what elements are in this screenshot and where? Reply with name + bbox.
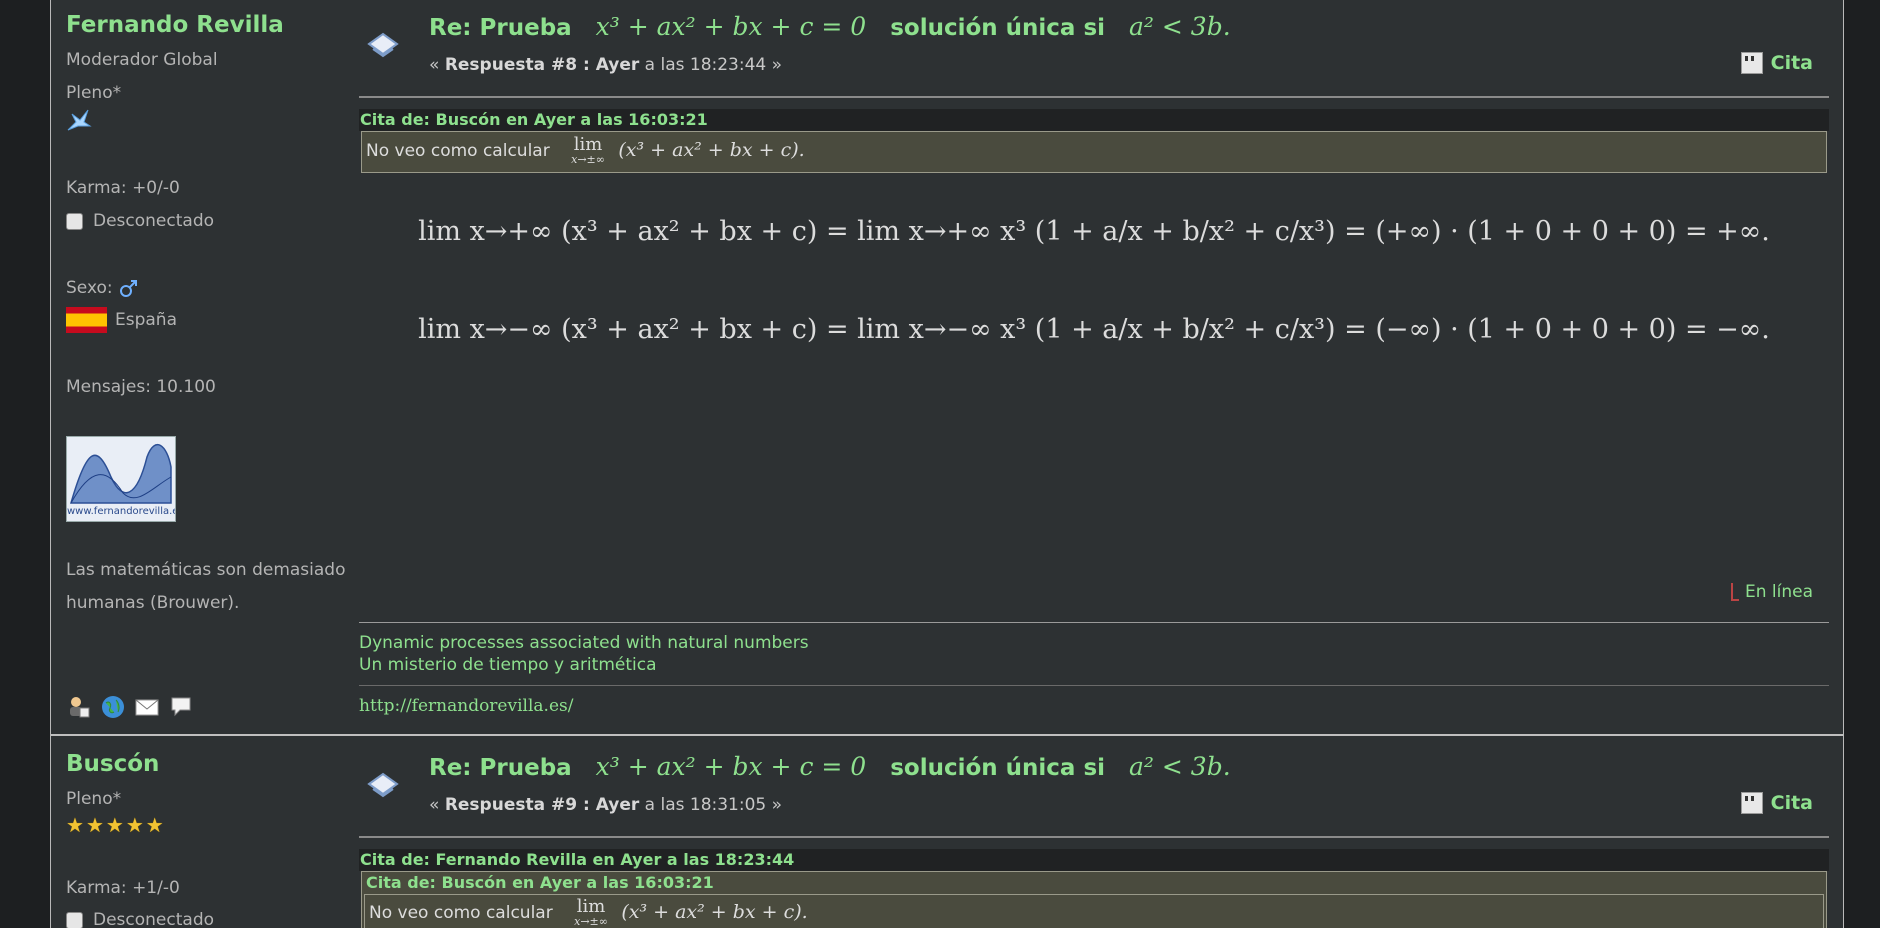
quote-body: No veo como calcular lim x→±∞ (x³ + ax² …: [361, 131, 1827, 173]
cite-label: Cita: [1770, 52, 1813, 74]
website-globe-icon[interactable]: [100, 694, 126, 720]
post-divider: [359, 96, 1829, 98]
limit-formula-plus: lim x→+∞ (x³ + ax² + bx + c) = lim x→+∞ …: [418, 216, 1770, 247]
post-reply-9: Buscón Pleno* ★ ★ ★ ★ ★ Karma: +1/-0 Des…: [51, 736, 1843, 928]
quote-body: Cita de: Buscón en Ayer a las 16:03:21 N…: [361, 871, 1827, 928]
poster-rank: Pleno*: [66, 789, 122, 809]
subject-equation: x³ + ax² + bx + c = 0: [595, 752, 867, 781]
post-subject[interactable]: Re: Prueba x³ + ax² + bx + c = 0 solució…: [429, 752, 1231, 781]
reply-time: a las 18:31:05: [644, 795, 767, 815]
profile-actions: [66, 694, 194, 720]
country-label: España: [115, 310, 177, 330]
poster-rank: Pleno*: [66, 83, 122, 103]
poster-status-label: Desconectado: [93, 211, 215, 231]
poster-karma: Karma: +1/-0: [66, 878, 180, 898]
post-reply-8: Fernando Revilla Moderador Global Pleno*…: [51, 0, 1843, 734]
avatar[interactable]: www.fernandorevilla.es: [66, 436, 176, 522]
lim-subscript: x→±∞: [574, 915, 608, 928]
male-icon: [119, 280, 139, 297]
quote-limit: lim x→±∞: [571, 136, 605, 166]
poster-role: Moderador Global: [66, 50, 218, 70]
email-icon[interactable]: [134, 694, 160, 720]
quote-limit: lim x→±∞: [574, 898, 608, 928]
online-icon: [1730, 583, 1739, 601]
poster-country: España: [66, 307, 177, 333]
spain-flag-icon: [66, 307, 107, 333]
poster-name[interactable]: Buscón: [66, 751, 159, 777]
personal-text-line-1: Las matemáticas son demasiado: [66, 560, 346, 580]
reply-open-quote: «: [429, 55, 440, 75]
quote-expression: (x³ + ax² + bx + c).: [618, 139, 805, 161]
star-icon: ★: [125, 813, 144, 837]
lim-subscript: x→±∞: [571, 153, 605, 166]
poster-status: Desconectado: [66, 211, 214, 231]
poster-karma: Karma: +0/-0: [66, 178, 180, 198]
signature-url[interactable]: http://fernandorevilla.es/: [359, 696, 573, 716]
quote-text: No veo como calcular: [369, 903, 553, 923]
signature-link-1[interactable]: Dynamic processes associated with natura…: [359, 633, 809, 653]
subject-condition: a² < 3b.: [1129, 12, 1231, 41]
poster-sex: Sexo:: [66, 278, 139, 298]
subject-condition: a² < 3b.: [1129, 752, 1231, 781]
quote-expression: (x³ + ax² + bx + c).: [621, 901, 808, 923]
personal-text-line-2: humanas (Brouwer).: [66, 593, 240, 613]
poster-messages: Mensajes: 10.100: [66, 377, 216, 397]
reply-close-quote: »: [771, 795, 783, 815]
quote-icon: [1740, 52, 1763, 74]
star-icon: ★: [85, 813, 104, 837]
forum-thread: Fernando Revilla Moderador Global Pleno*…: [50, 0, 1844, 928]
nested-quote-header[interactable]: Cita de: Buscón en Ayer a las 16:03:21: [364, 872, 1824, 894]
reply-time: a las 18:23:44: [644, 55, 767, 75]
limit-formula-minus: lim x→−∞ (x³ + ax² + bx + c) = lim x→−∞ …: [418, 314, 1770, 345]
online-label: En línea: [1744, 582, 1813, 602]
reply-number[interactable]: Respuesta #9 : Ayer: [445, 795, 639, 815]
quote-icon: [1740, 792, 1763, 814]
rank-stars: ★ ★ ★ ★ ★: [66, 813, 164, 837]
reply-number[interactable]: Respuesta #8 : Ayer: [445, 55, 639, 75]
post-meta: « Respuesta #8 : Ayer a las 18:23:44 »: [429, 55, 782, 75]
signature-divider: [359, 622, 1829, 623]
star-icon: ★: [105, 813, 124, 837]
lim-symbol: lim: [573, 134, 603, 155]
post-subject[interactable]: Re: Prueba x³ + ax² + bx + c = 0 solució…: [429, 12, 1231, 41]
cite-button[interactable]: Cita: [1740, 792, 1813, 814]
quote-text: No veo como calcular: [366, 141, 550, 161]
quote-header[interactable]: Cita de: Buscón en Ayer a las 16:03:21: [359, 109, 1829, 131]
post-divider: [359, 836, 1829, 838]
star-icon: ★: [66, 813, 84, 837]
signature-link-2[interactable]: Un misterio de tiempo y aritmética: [359, 655, 657, 675]
poster-status-label: Desconectado: [93, 910, 215, 928]
cite-label: Cita: [1770, 792, 1813, 814]
nested-quote-body: No veo como calcular lim x→±∞ (x³ + ax² …: [364, 894, 1824, 928]
post-xx-icon: [363, 766, 403, 806]
profile-icon[interactable]: [66, 694, 92, 720]
subject-middle: solución única si: [890, 15, 1106, 41]
sex-label: Sexo:: [66, 278, 113, 298]
quote-header[interactable]: Cita de: Fernando Revilla en Ayer a las …: [359, 849, 1829, 871]
bird-icon: [66, 108, 92, 136]
subject-prefix: Re: Prueba: [429, 755, 572, 781]
private-message-icon[interactable]: [168, 694, 194, 720]
subject-equation: x³ + ax² + bx + c = 0: [595, 12, 867, 41]
poster-status: Desconectado: [66, 910, 214, 928]
star-icon: ★: [145, 813, 164, 837]
reply-open-quote: «: [429, 795, 440, 815]
offline-icon: [66, 212, 83, 230]
poster-name[interactable]: Fernando Revilla: [66, 12, 284, 38]
signature-inner-divider: [359, 685, 1829, 686]
subject-middle: solución única si: [890, 755, 1106, 781]
offline-icon: [66, 911, 83, 928]
reply-close-quote: »: [771, 55, 783, 75]
lim-symbol: lim: [576, 896, 606, 917]
post-xx-icon: [363, 26, 403, 66]
cite-button[interactable]: Cita: [1740, 52, 1813, 74]
subject-prefix: Re: Prueba: [429, 15, 572, 41]
post-meta: « Respuesta #9 : Ayer a las 18:31:05 »: [429, 795, 782, 815]
online-status: En línea: [1730, 582, 1813, 602]
avatar-caption: www.fernandorevilla.es: [67, 506, 176, 517]
